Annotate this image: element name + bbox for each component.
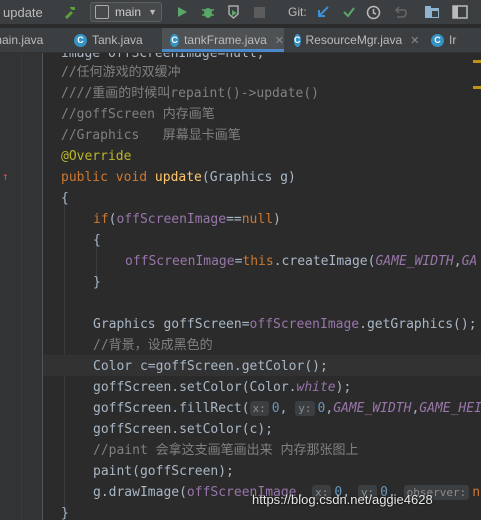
tab-ir[interactable]: C Ir xyxy=(431,28,481,52)
code-line: Graphics goffScreen=offScreenImage.getGr… xyxy=(93,317,477,332)
run-icon[interactable] xyxy=(175,0,189,24)
git-label: Git: xyxy=(288,5,307,19)
code-line: Color c=goffScreen.getColor(); xyxy=(93,359,328,374)
layout-toggle-icon[interactable] xyxy=(452,0,468,24)
git-update-icon[interactable] xyxy=(316,0,330,24)
branch-selector[interactable]: main ▼ xyxy=(90,2,162,22)
build-hammer-icon[interactable] xyxy=(62,0,78,24)
java-class-icon: C xyxy=(170,33,180,47)
code-line: @Override xyxy=(61,149,132,164)
code-line: //背景，设成黑色的 xyxy=(93,338,213,353)
warning-marker[interactable] xyxy=(473,60,481,63)
code-line: } xyxy=(61,506,69,520)
tab-label: Ir xyxy=(449,33,457,47)
code-line: { xyxy=(61,191,69,206)
tab-label: main.java xyxy=(0,33,44,47)
tab-main-java[interactable]: main.java xyxy=(0,28,50,52)
code-line: goffScreen.setColor(c); xyxy=(93,422,274,437)
close-icon[interactable]: ✕ xyxy=(275,34,284,47)
error-stripe[interactable] xyxy=(473,53,481,520)
tab-resourcemgr-java[interactable]: C ResourceMgr.java ✕ xyxy=(294,28,419,52)
tab-label: tankFrame.java xyxy=(184,33,267,47)
code-line: if(offScreenImage==null) xyxy=(93,212,281,227)
rollback-icon[interactable] xyxy=(393,0,408,24)
editor-tab-bar: main.java C Tank.java C tankFrame.java ✕… xyxy=(0,28,481,53)
coverage-icon[interactable] xyxy=(226,0,242,24)
tab-tankframe-java[interactable]: C tankFrame.java ✕ xyxy=(162,28,284,52)
param-hint: x: xyxy=(249,401,269,416)
code-line: { xyxy=(93,233,101,248)
git-commit-check-icon[interactable] xyxy=(342,0,356,24)
watermark: https://blog.csdn.net/aggie4628 xyxy=(252,492,433,507)
code-line: //任何游戏的双缓冲 xyxy=(61,65,181,80)
override-marker-icon: ↑ xyxy=(2,170,9,183)
code-line: //paint 会拿这支画笔画出来 内存那张图上 xyxy=(93,443,359,458)
code-line: goffScreen.setColor(Color.white); xyxy=(93,380,352,395)
param-hint: y: xyxy=(295,401,315,416)
branch-icon xyxy=(95,5,109,19)
code-line: public void update(Graphics g) xyxy=(61,170,296,185)
tab-label: ResourceMgr.java xyxy=(305,33,403,47)
history-clock-icon[interactable] xyxy=(366,0,381,24)
code-line: offScreenImage=this.createImage(GAME_WID… xyxy=(125,254,478,269)
main-toolbar: update main ▼ Git: xyxy=(0,0,481,25)
code-line: } xyxy=(93,275,101,290)
java-class-icon: C xyxy=(431,33,444,47)
run-config-label[interactable]: update xyxy=(3,0,43,24)
project-structure-icon[interactable] xyxy=(424,0,440,24)
close-icon[interactable]: ✕ xyxy=(410,34,419,47)
code-line: //goffScreen 内存画笔 xyxy=(61,107,215,122)
code-editor[interactable]: ↑ image offScreenImage=null; //任何游戏的双缓冲 … xyxy=(0,53,481,520)
code-line: goffScreen.fillRect(x: 0, y: 0,GAME_WIDTH,… xyxy=(93,401,481,416)
chevron-down-icon: ▼ xyxy=(148,7,157,17)
debug-bug-icon[interactable] xyxy=(200,0,216,24)
java-class-icon: C xyxy=(294,33,301,47)
code-line: paint(goffScreen); xyxy=(93,464,234,479)
warning-marker[interactable] xyxy=(473,86,481,89)
java-class-icon: C xyxy=(74,33,87,47)
code-line: ////重画的时候叫repaint()->update() xyxy=(61,86,320,101)
tab-tank-java[interactable]: C Tank.java xyxy=(74,28,158,52)
stop-icon[interactable] xyxy=(254,0,265,24)
branch-label: main xyxy=(115,5,142,19)
code-line: //Graphics 屏幕显卡画笔 xyxy=(61,128,241,143)
tab-label: Tank.java xyxy=(92,33,143,47)
